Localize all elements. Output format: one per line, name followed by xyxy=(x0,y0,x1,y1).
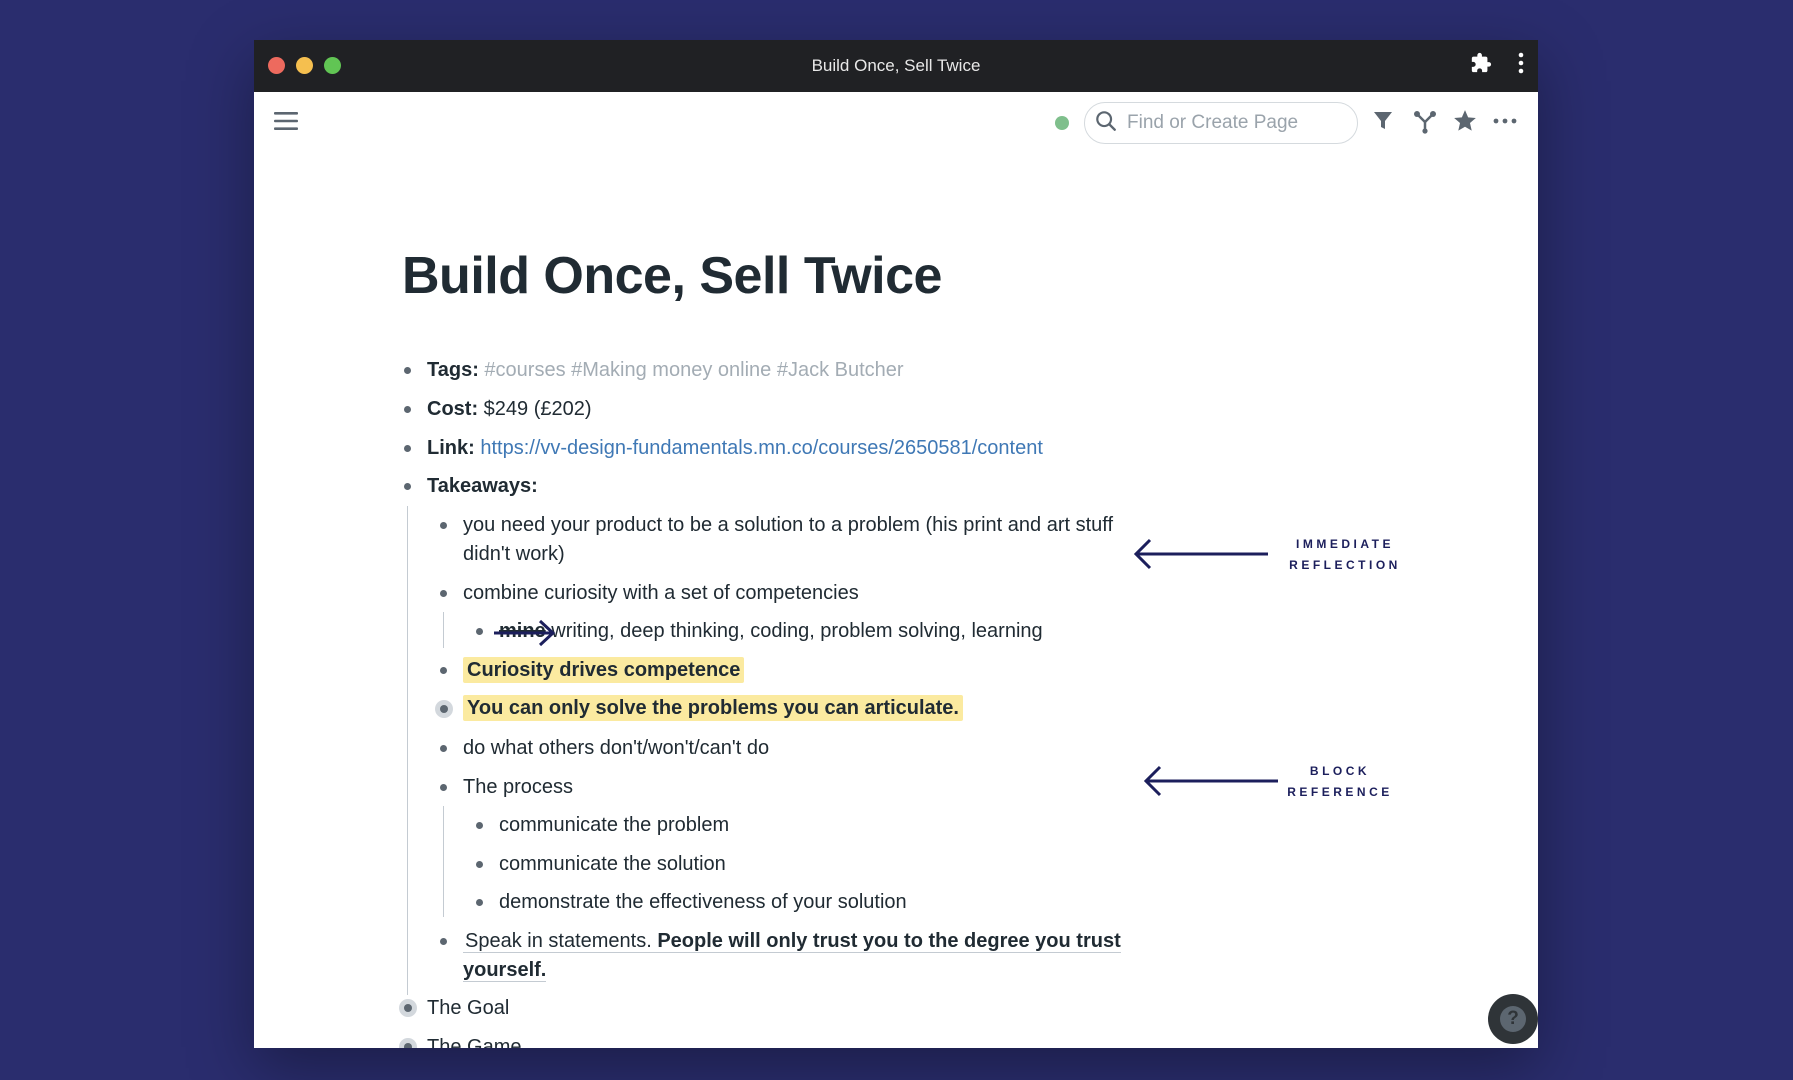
cost-block[interactable]: Cost: $249 (£202) xyxy=(427,395,592,424)
menu-icon[interactable] xyxy=(274,111,298,136)
takeaway-item[interactable]: you need your product to be a solution t… xyxy=(463,511,1113,540)
link-label: Link: xyxy=(427,437,475,459)
bullet[interactable] xyxy=(440,938,447,945)
arrow-left-icon xyxy=(1143,765,1278,797)
bullet[interactable] xyxy=(476,822,483,829)
takeaway-item[interactable]: combine curiosity with a set of competen… xyxy=(463,579,859,608)
more-vertical-icon[interactable] xyxy=(1518,52,1524,74)
game-block[interactable]: The Game xyxy=(427,1033,521,1048)
takeaway-item[interactable]: Curiosity drives competence xyxy=(463,656,745,685)
immediate-reflection-annotation: IMMEDIATE REFLECTION xyxy=(1289,537,1401,572)
bullet[interactable] xyxy=(476,861,483,868)
goal-block[interactable]: The Goal xyxy=(427,994,509,1023)
block-reference[interactable]: Speak in statements. People will only tr… xyxy=(463,930,1121,953)
bullet[interactable] xyxy=(440,667,447,674)
title-bar-icons xyxy=(1470,52,1524,74)
competencies-text: writing, deep thinking, coding, problem … xyxy=(551,620,1043,642)
takeaway-item-continued[interactable]: didn't work) xyxy=(463,540,565,569)
link-block[interactable]: Link: https://vv-design-fundamentals.mn.… xyxy=(427,434,1043,463)
help-button[interactable]: ? xyxy=(1488,994,1538,1044)
thread-line xyxy=(407,506,408,995)
window-title: Build Once, Sell Twice xyxy=(811,56,981,75)
tags-label: Tags: xyxy=(427,359,479,381)
course-link[interactable]: https://vv-design-fundamentals.mn.co/cou… xyxy=(480,437,1043,459)
arrow-right-icon xyxy=(494,619,556,647)
bullet[interactable] xyxy=(440,590,447,597)
help-icon: ? xyxy=(1500,1006,1526,1032)
highlighted-text: Curiosity drives competence xyxy=(463,657,745,683)
close-window-button[interactable] xyxy=(268,57,285,74)
search-box[interactable] xyxy=(1084,102,1358,144)
process-step[interactable]: demonstrate the effectiveness of your so… xyxy=(499,888,907,917)
takeaway-item[interactable]: Speak in statements. People will only tr… xyxy=(463,927,1121,956)
tag-link[interactable]: #Making money online xyxy=(571,359,771,381)
filter-icon[interactable] xyxy=(1372,108,1398,138)
search-icon xyxy=(1095,110,1117,137)
graph-icon[interactable] xyxy=(1412,108,1438,138)
takeaway-item[interactable]: The process xyxy=(463,773,573,802)
competencies-item[interactable]: mine writing, deep thinking, coding, pro… xyxy=(499,617,1043,646)
takeaway-item[interactable]: You can only solve the problems you can … xyxy=(463,694,963,723)
collapsed-bullet[interactable] xyxy=(440,705,448,713)
bullet[interactable] xyxy=(476,899,483,906)
cost-value: $249 (£202) xyxy=(483,398,592,420)
toolbar-icons xyxy=(1372,108,1522,138)
takeaway-item[interactable]: do what others don't/won't/can't do xyxy=(463,734,769,763)
collapsed-bullet[interactable] xyxy=(404,1043,412,1048)
block-reference[interactable]: yourself. xyxy=(463,959,547,982)
minimize-window-button[interactable] xyxy=(296,57,313,74)
block-reference-annotation: BLOCK REFERENCE xyxy=(1287,764,1393,799)
arrow-left-icon xyxy=(1133,538,1268,570)
bullet[interactable] xyxy=(440,784,447,791)
bullet[interactable] xyxy=(404,483,411,490)
bullet[interactable] xyxy=(440,745,447,752)
bullet[interactable] xyxy=(404,406,411,413)
tag-link[interactable]: #courses xyxy=(484,359,565,381)
sync-status-indicator xyxy=(1055,116,1069,130)
search-input[interactable] xyxy=(1125,111,1339,135)
puzzle-icon[interactable] xyxy=(1470,52,1492,74)
tag-link[interactable]: #Jack Butcher xyxy=(777,359,904,381)
bullet[interactable] xyxy=(476,628,483,635)
title-bar: Build Once, Sell Twice xyxy=(254,40,1538,92)
collapsed-bullet[interactable] xyxy=(404,1004,412,1012)
tags-block[interactable]: Tags: #courses #Making money online #Jac… xyxy=(427,356,904,385)
bullet[interactable] xyxy=(404,367,411,374)
takeaways-label[interactable]: Takeaways: xyxy=(427,472,538,501)
bullet[interactable] xyxy=(404,445,411,452)
process-step[interactable]: communicate the solution xyxy=(499,850,726,879)
star-icon[interactable] xyxy=(1452,108,1478,138)
maximize-window-button[interactable] xyxy=(324,57,341,74)
thread-line xyxy=(443,612,444,648)
thread-line xyxy=(443,806,444,917)
takeaway-item-continued[interactable]: yourself. xyxy=(463,956,547,985)
more-horizontal-icon[interactable] xyxy=(1492,108,1522,138)
process-step[interactable]: communicate the problem xyxy=(499,811,729,840)
page-title[interactable]: Build Once, Sell Twice xyxy=(402,246,942,306)
cost-label: Cost: xyxy=(427,398,479,420)
highlighted-text: You can only solve the problems you can … xyxy=(463,695,963,721)
bullet[interactable] xyxy=(440,522,447,529)
toolbar xyxy=(254,92,1538,156)
window-controls xyxy=(268,57,341,74)
